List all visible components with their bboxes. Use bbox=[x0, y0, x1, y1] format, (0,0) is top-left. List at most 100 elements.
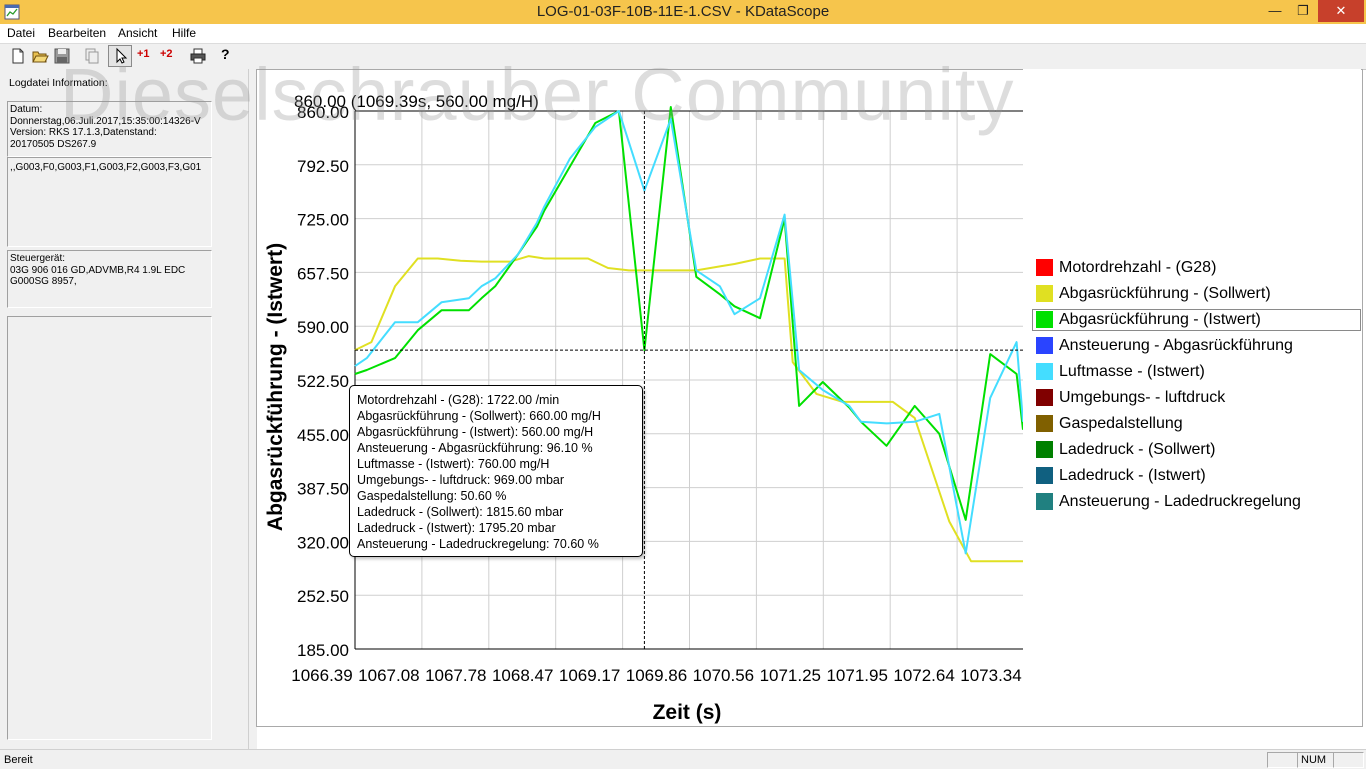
y-tick-label: 455.00 bbox=[297, 426, 349, 445]
legend-label: Gaspedalstellung bbox=[1059, 415, 1183, 432]
legend-item[interactable]: Ladedruck - (Istwert) bbox=[1036, 466, 1354, 486]
y-tick-label: 185.00 bbox=[297, 641, 349, 660]
y-tick-label: 792.50 bbox=[297, 157, 349, 176]
legend-swatch bbox=[1036, 259, 1053, 276]
menu-bar: Datei Bearbeiten Ansicht Hilfe bbox=[0, 24, 1366, 43]
menu-ansicht[interactable]: Ansicht bbox=[118, 26, 157, 40]
steuergeraet-line: G000SG 8957, bbox=[10, 276, 77, 287]
legend-label: Ansteuerung - Ladedruckregelung bbox=[1059, 493, 1301, 510]
x-tick-label: 1072.64 bbox=[893, 666, 954, 685]
toolbar: +1 +2 ? bbox=[0, 43, 1366, 70]
x-tick-label: 1067.78 bbox=[425, 666, 486, 685]
menu-bearbeiten[interactable]: Bearbeiten bbox=[48, 26, 106, 40]
legend-label: Motordrehzahl - (G28) bbox=[1059, 259, 1217, 276]
x-tick-label: 1070.56 bbox=[693, 666, 754, 685]
menu-hilfe[interactable]: Hilfe bbox=[172, 26, 196, 40]
legend-swatch bbox=[1036, 311, 1053, 328]
legend-item[interactable]: Gaspedalstellung bbox=[1036, 414, 1354, 434]
y-tick-label: 252.50 bbox=[297, 587, 349, 606]
datum-line: Version: RKS 17.1.3,Datenstand: bbox=[10, 127, 157, 138]
legend-label: Ladedruck - (Sollwert) bbox=[1059, 441, 1216, 458]
save-icon[interactable] bbox=[53, 47, 71, 65]
datum-line: Datum: bbox=[10, 104, 43, 115]
x-tick-label: 1066.39 bbox=[291, 666, 352, 685]
legend-swatch bbox=[1036, 389, 1053, 406]
close-button[interactable]: ✕ bbox=[1318, 0, 1364, 22]
cursor-tooltip: Motordrehzahl - (G28): 1722.00 /min Abgas… bbox=[349, 385, 643, 557]
legend-item[interactable]: Abgasrückführung - (Istwert) bbox=[1032, 309, 1361, 331]
tooltip-line: Ansteuerung - Ladedruckregelung: 70.60 % bbox=[357, 537, 599, 551]
legend-label: Luftmasse - (Istwert) bbox=[1059, 363, 1205, 380]
tooltip-line: Ladedruck - (Sollwert): 1815.60 mbar bbox=[357, 505, 564, 519]
status-bar: Bereit NUM bbox=[0, 749, 1366, 769]
status-text: Bereit bbox=[4, 754, 33, 766]
tooltip-line: Ansteuerung - Abgasrückführung: 96.10 % bbox=[357, 441, 593, 455]
y-tick-label: 522.50 bbox=[297, 372, 349, 391]
y-tick-label: 657.50 bbox=[297, 264, 349, 283]
minimize-button[interactable]: — bbox=[1262, 0, 1288, 22]
tooltip-line: Motordrehzahl - (G28): 1722.00 /min bbox=[357, 393, 560, 407]
x-tick-label: 1068.47 bbox=[492, 666, 553, 685]
legend-swatch bbox=[1036, 441, 1053, 458]
tooltip-line: Abgasrückführung - (Istwert): 560.00 mg/… bbox=[357, 425, 594, 439]
y-tick-label: 387.50 bbox=[297, 480, 349, 499]
groups-text: ,,G003,F0,G003,F1,G003,F2,G003,F3,G01 bbox=[10, 162, 202, 173]
y-tick-label: 725.00 bbox=[297, 211, 349, 230]
legend-item[interactable]: Ladedruck - (Sollwert) bbox=[1036, 440, 1354, 460]
legend-swatch bbox=[1036, 337, 1053, 354]
tooltip-line: Gaspedalstellung: 50.60 % bbox=[357, 489, 507, 503]
legend-swatch bbox=[1036, 493, 1053, 510]
steuergeraet-line: 03G 906 016 GD,ADVMB,R4 1.9L EDC bbox=[10, 264, 186, 276]
y-axis-label: Abgasrückführung - (Istwert) bbox=[264, 243, 287, 531]
groups-panel: ,,G003,F0,G003,F1,G003,F2,G003,F3,G01 bbox=[7, 157, 212, 247]
legend-swatch bbox=[1036, 363, 1053, 380]
help-icon[interactable]: ? bbox=[221, 46, 230, 62]
y-tick-label: 590.00 bbox=[297, 318, 349, 337]
menu-datei[interactable]: Datei bbox=[7, 26, 35, 40]
tooltip-line: Abgasrückführung - (Sollwert): 660.00 mg… bbox=[357, 409, 601, 423]
cursor2-icon[interactable]: +2 bbox=[160, 48, 173, 60]
print-icon[interactable] bbox=[189, 47, 207, 65]
cursor-icon[interactable] bbox=[112, 47, 130, 65]
logfile-info-heading: Logdatei Information: bbox=[9, 77, 108, 89]
datum-line: Donnerstag,06.Juli.2017,15:35:00:14326-V bbox=[10, 115, 201, 127]
x-tick-label: 1071.25 bbox=[760, 666, 821, 685]
legend-label: Ansteuerung - Abgasrückführung bbox=[1059, 337, 1293, 354]
sidebar: Logdatei Information: Datum: Donnerstag,… bbox=[0, 69, 248, 749]
legend-item[interactable]: Ansteuerung - Ladedruckregelung bbox=[1036, 492, 1354, 512]
open-icon[interactable] bbox=[31, 47, 49, 65]
tooltip-line: Ladedruck - (Istwert): 1795.20 mbar bbox=[357, 521, 556, 535]
cursor1-icon[interactable]: +1 bbox=[137, 48, 150, 60]
legend-swatch bbox=[1036, 467, 1053, 484]
legend-label: Umgebungs- - luftdruck bbox=[1059, 389, 1226, 406]
legend-item[interactable]: Motordrehzahl - (G28) bbox=[1036, 258, 1354, 278]
legend-label: Abgasrückführung - (Sollwert) bbox=[1059, 285, 1271, 302]
steuergeraet-line: Steuergerät: bbox=[10, 253, 66, 264]
legend-item[interactable]: Luftmasse - (Istwert) bbox=[1036, 362, 1354, 382]
x-tick-label: 1069.86 bbox=[626, 666, 687, 685]
empty-panel bbox=[7, 316, 212, 740]
legend-item[interactable]: Abgasrückführung - (Sollwert) bbox=[1036, 284, 1354, 304]
legend-item[interactable]: Umgebungs- - luftdruck bbox=[1036, 388, 1354, 408]
x-tick-label: 1069.17 bbox=[559, 666, 620, 685]
steuergeraet-panel: Steuergerät: 03G 906 016 GD,ADVMB,R4 1.9… bbox=[7, 250, 212, 308]
maximize-button[interactable]: ❐ bbox=[1290, 0, 1316, 22]
status-cell-scroll bbox=[1333, 752, 1364, 768]
legend-label: Ladedruck - (Istwert) bbox=[1059, 467, 1206, 484]
window-title: LOG-01-03F-10B-11E-1.CSV - KDataScope bbox=[536, 3, 830, 20]
cursor-readout: 860.00 (1069.39s, 560.00 mg/H) bbox=[294, 92, 539, 111]
datum-panel: Datum: Donnerstag,06.Juli.2017,15:35:00:… bbox=[7, 101, 212, 157]
x-tick-label: 1067.08 bbox=[358, 666, 419, 685]
x-axis-label: Zeit (s) bbox=[653, 701, 722, 724]
status-cell-caps bbox=[1267, 752, 1298, 768]
tooltip-line: Umgebungs- - luftdruck: 969.00 mbar bbox=[357, 473, 565, 487]
new-icon[interactable] bbox=[9, 47, 27, 65]
y-tick-label: 320.00 bbox=[297, 533, 349, 552]
title-bar[interactable]: LOG-01-03F-10B-11E-1.CSV - KDataScope — … bbox=[0, 0, 1366, 24]
x-tick-label: 1073.34 bbox=[960, 666, 1021, 685]
copy-icon[interactable] bbox=[83, 47, 101, 65]
legend-label: Abgasrückführung - (Istwert) bbox=[1059, 311, 1261, 328]
legend-item[interactable]: Ansteuerung - Abgasrückführung bbox=[1036, 336, 1354, 356]
x-tick-label: 1071.95 bbox=[826, 666, 887, 685]
legend-swatch bbox=[1036, 415, 1053, 432]
